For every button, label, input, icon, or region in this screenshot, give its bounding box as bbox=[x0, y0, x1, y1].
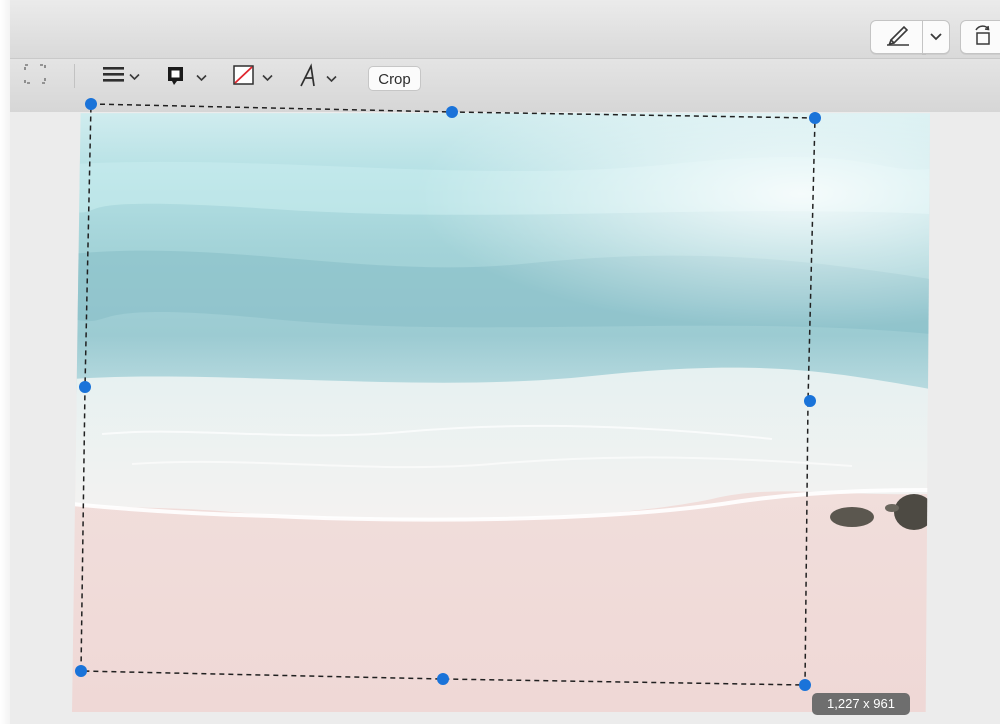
window-edge bbox=[0, 0, 10, 724]
chevron-down-icon bbox=[196, 69, 207, 87]
markup-pen-icon bbox=[883, 24, 913, 51]
border-color-icon bbox=[166, 64, 190, 91]
crop-button[interactable]: Crop bbox=[368, 66, 421, 91]
toolbar-separator bbox=[74, 64, 75, 88]
shape-style-icon bbox=[102, 64, 126, 89]
chevron-down-icon bbox=[262, 69, 273, 87]
markup-toolbar bbox=[10, 58, 1000, 114]
chevron-down-icon bbox=[129, 68, 140, 86]
markup-options-button[interactable] bbox=[922, 20, 950, 54]
rotate-button[interactable] bbox=[960, 20, 1000, 54]
shape-style-tool[interactable] bbox=[102, 64, 140, 89]
selection-tool[interactable] bbox=[22, 62, 48, 91]
chevron-down-icon bbox=[326, 70, 337, 88]
selection-tool-icon bbox=[22, 62, 48, 91]
selection-size-badge: 1,227 x 961 bbox=[812, 693, 910, 715]
fill-color-tool[interactable] bbox=[232, 64, 273, 91]
rock bbox=[830, 507, 874, 527]
border-color-tool[interactable] bbox=[166, 64, 207, 91]
beach-photo bbox=[72, 113, 930, 712]
rotate-icon bbox=[971, 24, 995, 51]
markup-button[interactable] bbox=[870, 20, 926, 54]
fill-color-icon bbox=[232, 64, 256, 91]
window-titlebar bbox=[10, 0, 1000, 58]
text-style-tool[interactable] bbox=[298, 62, 337, 95]
text-style-icon bbox=[298, 62, 322, 95]
chevron-down-icon bbox=[930, 28, 942, 46]
